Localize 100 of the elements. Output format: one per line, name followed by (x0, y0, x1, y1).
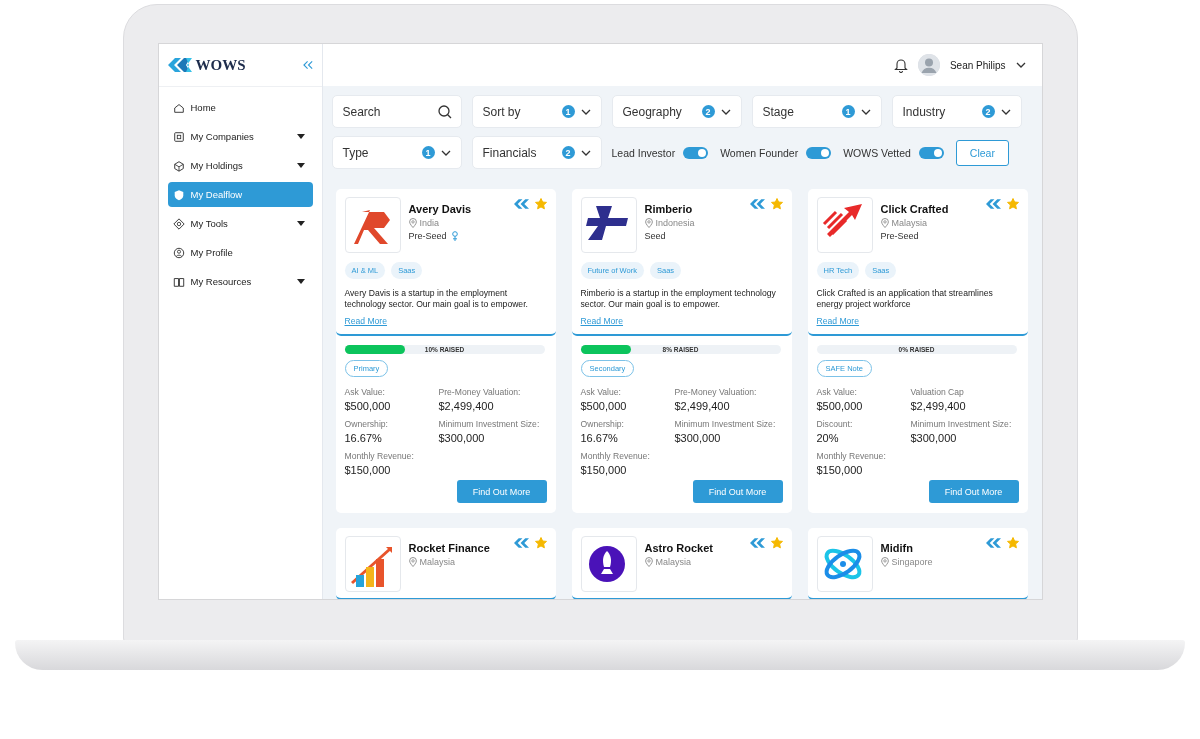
metric-value: $2,499,400 (438, 400, 495, 412)
metric-label: Ask Value: (344, 387, 386, 397)
filter-dropdown[interactable]: Stage 1 (751, 95, 882, 128)
company-name: Rocket Finance (408, 542, 490, 554)
metric-label: Monthly Revenue: (344, 451, 415, 461)
metric-value: $300,000 (674, 432, 722, 444)
sidebar-item[interactable]: My Holdings (167, 153, 313, 178)
search-field[interactable]: Search (331, 95, 462, 128)
chevron-down-icon (720, 108, 731, 115)
star-icon[interactable] (534, 537, 547, 549)
company-description: Avery Davis is a startup in the employment technology sector. Our main goal is to empower. (344, 288, 529, 310)
filter-dropdown[interactable]: Type 1 (331, 136, 462, 169)
logo-text: WOWS (195, 56, 246, 74)
company-description: Rimberio is a startup in the employment technology sector. Our main goal is to empower. (580, 288, 777, 310)
metric-label: Minimum Investment Size: (910, 419, 1013, 429)
company-name: Avery Davis (408, 203, 472, 215)
star-icon[interactable] (1006, 537, 1019, 549)
filter-dropdown[interactable]: Industry 2 (891, 95, 1022, 128)
metric-value: $2,499,400 (910, 400, 967, 412)
location-pin-icon (880, 218, 889, 228)
company-name: Midifn (880, 542, 914, 554)
metric-value: $500,000 (580, 400, 628, 412)
chevron-down-icon (440, 149, 451, 156)
metric-label: Minimum Investment Size: (438, 419, 541, 429)
metric-value: $500,000 (816, 400, 864, 412)
toggle-label: WOWS Vetted (843, 146, 911, 159)
metric-label: Ownership: (580, 419, 625, 429)
avatar[interactable] (917, 54, 940, 76)
chevron-down-icon (860, 108, 871, 115)
company-name: Astro Rocket (644, 542, 713, 554)
sidebar-item[interactable]: Home (167, 95, 313, 120)
sidebar-item[interactable]: My Tools (167, 211, 313, 236)
metric-value: $150,000 (580, 464, 628, 476)
logo-icon (167, 56, 194, 74)
shield-icon (172, 188, 185, 201)
filter-dropdown[interactable]: Sort by 1 (471, 95, 602, 128)
company-stage: Pre-Seed (880, 231, 919, 241)
arrows-icon[interactable] (985, 199, 1001, 209)
metric-value: $300,000 (910, 432, 958, 444)
metric-value: $150,000 (816, 464, 864, 476)
metric-value: 16.67% (580, 432, 619, 444)
diamond-icon (172, 217, 185, 230)
notification-bell-icon[interactable] (893, 57, 908, 73)
location-pin-icon (644, 557, 653, 567)
metric-label: Discount: (816, 419, 854, 429)
company-logo (344, 536, 401, 592)
arrows-icon[interactable] (749, 538, 765, 548)
company-name: Click Crafted (880, 203, 949, 215)
company-logo (816, 197, 873, 253)
metric-value: 20% (816, 432, 840, 444)
sidebar-item[interactable]: My Resources (167, 269, 313, 294)
search-icon (437, 105, 452, 119)
toggle-label: Women Founder (720, 146, 799, 159)
metric-value: $150,000 (344, 464, 392, 476)
metric-label: Monthly Revenue: (816, 451, 887, 461)
metric-label: Pre-Money Valuation: (438, 387, 522, 397)
user-name[interactable]: Sean Philips (949, 59, 1006, 71)
metric-label: Valuation Cap (910, 387, 965, 397)
toggle-switch[interactable] (683, 146, 709, 159)
arrows-icon[interactable] (749, 199, 765, 209)
company-stage: Pre-Seed (408, 231, 447, 241)
metric-value: $2,499,400 (674, 400, 731, 412)
toggle-label: Lead Investor (611, 146, 676, 159)
company-location: India (419, 218, 440, 228)
company-logo (580, 197, 637, 253)
metric-value: $500,000 (344, 400, 392, 412)
arrows-icon[interactable] (513, 199, 529, 209)
location-pin-icon (880, 557, 889, 567)
location-pin-icon (408, 218, 417, 228)
star-icon[interactable] (770, 198, 783, 210)
company-logo (344, 197, 401, 253)
star-icon[interactable] (534, 198, 547, 210)
company-stage: Seed (644, 231, 666, 241)
arrows-icon[interactable] (513, 538, 529, 548)
star-icon[interactable] (770, 537, 783, 549)
metric-label: Ask Value: (580, 387, 622, 397)
arrows-icon[interactable] (985, 538, 1001, 548)
metric-label: Ownership: (344, 419, 389, 429)
star-icon[interactable] (1006, 198, 1019, 210)
company-location: Singapore (891, 557, 933, 567)
company-description: Click Crafted is an application that streamlines energy project workforce (816, 288, 994, 310)
company-location: Malaysia (891, 218, 927, 228)
metric-label: Minimum Investment Size: (674, 419, 777, 429)
chevron-down-icon (580, 108, 591, 115)
company-name: Rimberio (644, 203, 694, 215)
metric-value: $300,000 (438, 432, 486, 444)
chevron-down-icon (1015, 62, 1026, 68)
sidebar-item[interactable]: My Profile (167, 240, 313, 265)
filter-dropdown[interactable]: Financials 2 (471, 136, 602, 169)
chevron-down-icon (1000, 108, 1011, 115)
company-logo (580, 536, 637, 592)
sidebar-item[interactable]: My Companies (167, 124, 313, 149)
company-location: Malaysia (655, 557, 691, 567)
location-pin-icon (644, 218, 653, 228)
filter-dropdown[interactable]: Geography 2 (611, 95, 742, 128)
location-pin-icon (408, 557, 417, 567)
company-logo (816, 536, 873, 592)
toggle-switch[interactable] (806, 146, 832, 159)
toggle-switch[interactable] (918, 146, 944, 159)
collapse-icon[interactable] (302, 60, 314, 70)
